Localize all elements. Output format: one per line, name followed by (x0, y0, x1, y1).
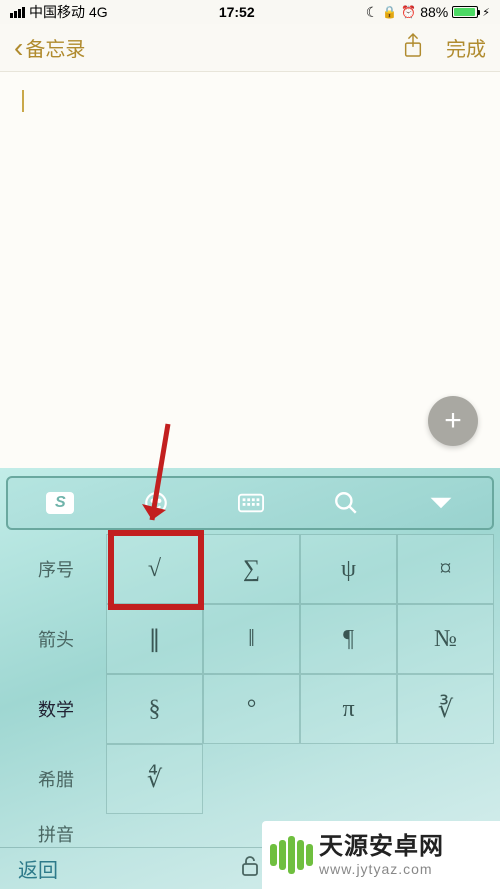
keyboard-body: 序号 箭头 数学 希腊 拼音 √ ∑ ψ ¤ ∥ ‖ ¶ № § ° π ∛ ∜ (6, 534, 494, 854)
text-cursor (22, 90, 24, 112)
key-cbrt[interactable]: ∛ (397, 674, 494, 744)
watermark: 天源安卓网 www.jytyaz.com (262, 821, 500, 889)
key-sqrt[interactable]: √ (106, 534, 203, 604)
key-double-bar[interactable]: ‖ (203, 604, 300, 674)
lock-button[interactable] (240, 854, 260, 883)
carrier-label: 中国移动 (29, 2, 85, 22)
key-psi[interactable]: ψ (300, 534, 397, 604)
add-button[interactable]: + (428, 396, 478, 446)
symbol-category-list: 序号 箭头 数学 希腊 拼音 (6, 534, 106, 854)
back-label: 备忘录 (25, 33, 85, 62)
category-tab-greek[interactable]: 希腊 (6, 744, 106, 814)
watermark-title: 天源安卓网 (319, 833, 444, 861)
symbol-grid: √ ∑ ψ ¤ ∥ ‖ ¶ № § ° π ∛ ∜ (106, 534, 494, 854)
clock: 17:52 (219, 4, 255, 20)
collapse-button[interactable] (428, 490, 454, 516)
battery-icon (452, 6, 478, 18)
key-sigma[interactable]: ∑ (203, 534, 300, 604)
keyboard-toolbar-frame: S (6, 476, 494, 530)
watermark-logo-icon (270, 836, 313, 874)
key-parallel[interactable]: ∥ (106, 604, 203, 674)
keyboard-toolbar: S (12, 484, 488, 522)
share-button[interactable] (402, 32, 424, 63)
network-label: 4G (89, 4, 108, 20)
key-pi[interactable]: π (300, 674, 397, 744)
key-4th-root[interactable]: ∜ (106, 744, 203, 814)
category-tab-arrow[interactable]: 箭头 (6, 604, 106, 674)
alarm-icon: ⏰ (401, 5, 416, 19)
search-button[interactable] (333, 490, 359, 516)
note-body[interactable]: + (0, 72, 500, 468)
key-numero[interactable]: № (397, 604, 494, 674)
return-button[interactable]: 返回 (18, 854, 58, 883)
status-right: ☾ 🔒 ⏰ 88% ⚡︎ (366, 4, 490, 21)
chevron-left-icon: ‹ (14, 34, 23, 62)
battery-pct: 88% (420, 4, 448, 20)
key-pilcrow[interactable]: ¶ (300, 604, 397, 674)
back-button[interactable]: ‹ 备忘录 (14, 33, 85, 62)
orientation-lock-icon: 🔒 (382, 5, 397, 19)
status-left: 中国移动 4G (10, 2, 108, 22)
done-button[interactable]: 完成 (446, 33, 486, 62)
charging-icon: ⚡︎ (482, 6, 490, 19)
nav-bar: ‹ 备忘录 完成 (0, 24, 500, 72)
dnd-moon-icon: ☾ (366, 4, 379, 21)
key-currency[interactable]: ¤ (397, 534, 494, 604)
category-tab-math[interactable]: 数学 (6, 674, 106, 744)
category-tab-ordinal[interactable]: 序号 (6, 534, 106, 604)
keyboard-switch-button[interactable] (238, 490, 264, 516)
sogou-logo[interactable]: S (46, 492, 74, 514)
emoji-button[interactable] (143, 490, 169, 516)
key-section[interactable]: § (106, 674, 203, 744)
key-degree[interactable]: ° (203, 674, 300, 744)
watermark-url: www.jytyaz.com (319, 861, 444, 877)
status-bar: 中国移动 4G 17:52 ☾ 🔒 ⏰ 88% ⚡︎ (0, 0, 500, 24)
signal-icon (10, 7, 25, 18)
